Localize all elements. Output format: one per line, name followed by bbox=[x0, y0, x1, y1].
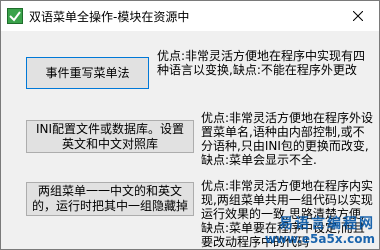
dual-menu-button[interactable]: 两组菜单一一中文的和英文的，运行时把其中一组隐藏掉 bbox=[26, 182, 194, 216]
ini-config-description: 优点:非常灵活方便地在程序外设置菜单名,语种由内部控制,或不分语种,只由INI包… bbox=[201, 111, 374, 167]
event-override-menu-button-label: 事件重写菜单法 bbox=[45, 65, 130, 80]
ini-config-button[interactable]: INI配置文件或数据库。设置英文和中文对照库 bbox=[26, 120, 194, 153]
app-icon bbox=[7, 8, 23, 24]
window-title: 双语菜单全操作-模块在资源中 bbox=[29, 9, 190, 24]
close-button[interactable] bbox=[337, 1, 379, 31]
watermark-url: www.e5a5x.com bbox=[264, 232, 375, 246]
client-area: 事件重写菜单法 优点:非常灵活方便地在程序中实现有四种语言以变换,缺点:不能在程… bbox=[1, 31, 379, 249]
ini-config-button-label: INI配置文件或数据库。设置英文和中文对照库 bbox=[35, 121, 185, 151]
close-icon bbox=[353, 11, 363, 21]
title-bar[interactable]: 双语菜单全操作-模块在资源中 bbox=[1, 1, 379, 31]
app-window: 双语菜单全操作-模块在资源中 事件重写菜单法 优点:非常灵活方便地在程序中实现有… bbox=[0, 0, 380, 250]
event-override-menu-button[interactable]: 事件重写菜单法 bbox=[26, 57, 149, 89]
dual-menu-button-label: 两组菜单一一中文的和英文的，运行时把其中一组隐藏掉 bbox=[31, 184, 188, 213]
watermark-title: 易语言编程网 bbox=[279, 216, 375, 232]
site-watermark: 易语言编程网 www.e5a5x.com bbox=[265, 217, 375, 247]
event-override-menu-description: 优点:非常灵活方便地在程序中实现有四种语言以变换,缺点:不能在程序外更改 bbox=[157, 49, 366, 77]
